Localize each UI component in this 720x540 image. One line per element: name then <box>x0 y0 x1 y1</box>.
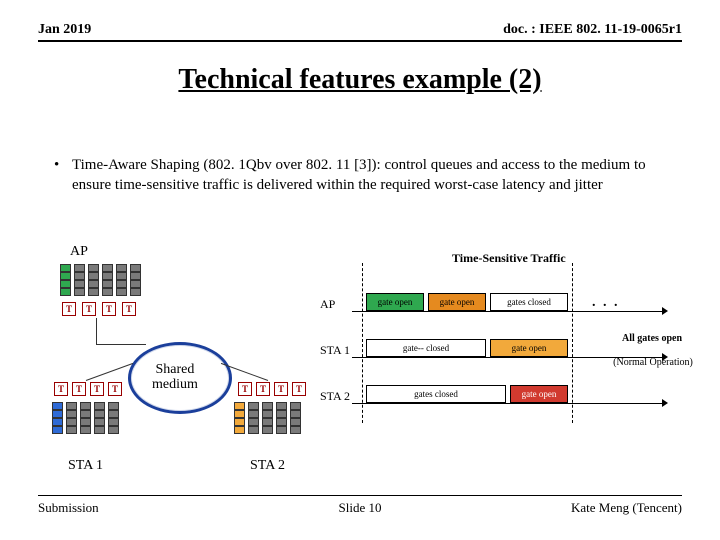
connector <box>86 363 133 381</box>
footer-author: Kate Meng (Tencent) <box>571 500 682 516</box>
ap-queue-4 <box>102 264 113 296</box>
sta1-queue-5 <box>108 402 119 434</box>
box-gates-closed-sta2: gates closed <box>366 385 506 403</box>
dashed-line <box>362 263 363 423</box>
connector <box>96 344 146 345</box>
arrow-icon <box>662 307 668 315</box>
slide-footer: Submission Slide 10 Kate Meng (Tencent) <box>38 495 682 516</box>
t-box: T <box>122 302 136 316</box>
row-label-ap: AP <box>320 297 335 312</box>
t-box: T <box>72 382 86 396</box>
t-box: T <box>256 382 270 396</box>
sta1-queue-3 <box>80 402 91 434</box>
axis-ap <box>352 311 662 312</box>
all-gates-open-label: All gates open <box>612 333 692 344</box>
t-box: T <box>54 382 68 396</box>
t-box: T <box>274 382 288 396</box>
footer-slide-number: Slide 10 <box>339 500 382 516</box>
box-gate-open-ap2: gate open <box>428 293 486 311</box>
sta2-queue-4 <box>276 402 287 434</box>
t-box: T <box>62 302 76 316</box>
ap-queue-6 <box>130 264 141 296</box>
sta1-queue-4 <box>94 402 105 434</box>
box-gate-open-ap1: gate open <box>366 293 424 311</box>
sta2-queue-3 <box>262 402 273 434</box>
t-box: T <box>82 302 96 316</box>
slide-title: Technical features example (2) <box>0 64 720 96</box>
sta2-queue-orange <box>234 402 245 434</box>
footer-left: Submission <box>38 500 99 516</box>
box-gate-closed-sta1: gate-- closed <box>366 339 486 357</box>
t-box: T <box>90 382 104 396</box>
left-diagram: AP STA 1 STA 2 Sharedmedium T T T T T T … <box>52 252 312 462</box>
box-gate-open-sta2: gate open <box>510 385 568 403</box>
t-box: T <box>108 382 122 396</box>
sta1-queue-2 <box>66 402 77 434</box>
t-box: T <box>292 382 306 396</box>
connector <box>96 318 97 344</box>
box-gate-open-sta1: gate open <box>490 339 568 357</box>
right-diagram: Time-Sensitive Traffic AP STA 1 STA 2 ga… <box>322 255 692 455</box>
sta1-label: STA 1 <box>68 458 103 474</box>
header-date: Jan 2019 <box>38 22 91 38</box>
ap-queue-2 <box>74 264 85 296</box>
sta2-queue-5 <box>290 402 301 434</box>
sta1-queue-blue <box>52 402 63 434</box>
ap-queue-green <box>60 264 71 296</box>
ap-queue-5 <box>116 264 127 296</box>
sta2-label: STA 2 <box>250 458 285 474</box>
sta2-queue-2 <box>248 402 259 434</box>
normal-operation-label: (Normal Operation) <box>608 357 698 368</box>
row-label-sta2: STA 2 <box>320 389 350 404</box>
row-label-sta1: STA 1 <box>320 343 350 358</box>
bullet-item: Time-Aware Shaping (802. 1Qbv over 802. … <box>72 155 670 196</box>
dashed-line <box>572 263 573 423</box>
shared-medium-ellipse <box>128 342 232 414</box>
t-box: T <box>238 382 252 396</box>
ellipsis: . . . <box>592 295 620 311</box>
ap-queue-3 <box>88 264 99 296</box>
ap-label: AP <box>70 244 88 260</box>
header-doc: doc. : IEEE 802. 11-19-0065r1 <box>503 22 682 38</box>
arrow-icon <box>662 399 668 407</box>
box-gates-closed-top: gates closed <box>490 293 568 311</box>
slide-header: Jan 2019 doc. : IEEE 802. 11-19-0065r1 <box>38 22 682 42</box>
axis-sta2 <box>352 403 662 404</box>
top-label: Time-Sensitive Traffic <box>452 251 566 266</box>
t-box: T <box>102 302 116 316</box>
